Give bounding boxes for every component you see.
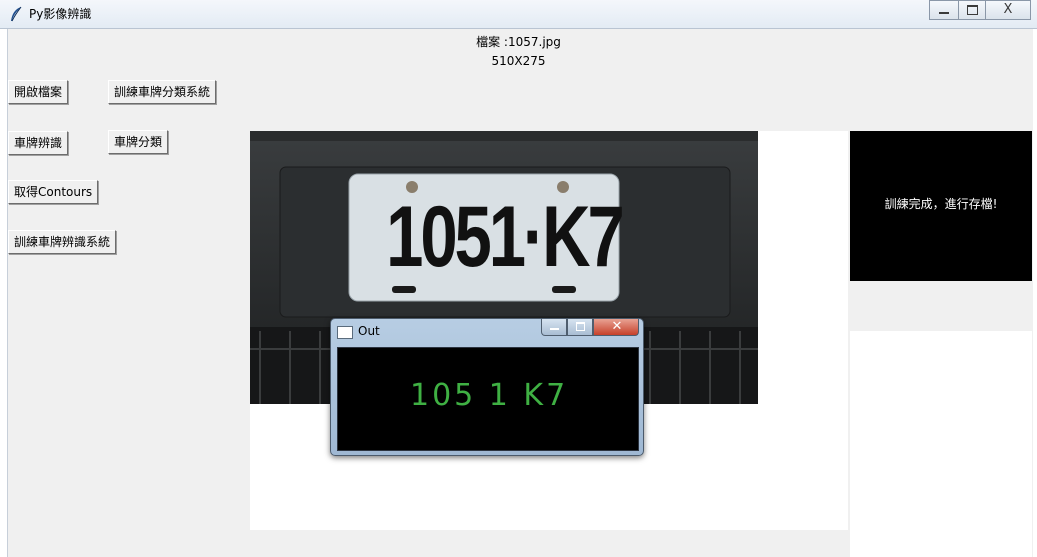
image-size-label: 510X275 [491,54,546,68]
maximize-button[interactable] [958,0,986,20]
get-contours-button[interactable]: 取得Contours [8,180,99,204]
out-window-controls: ✕ [541,319,639,336]
window-controls: X [929,0,1031,20]
maximize-icon [967,5,978,15]
status-message: 訓練完成，進行存檔! [850,131,1032,281]
plate-text: 1051·K7 [386,189,625,285]
recognize-plate-button[interactable]: 車牌辨識 [8,131,69,155]
window-app-icon [337,326,353,339]
feather-icon [11,6,22,22]
window-titlebar: Py影像辨識 X [0,0,1037,29]
file-name-label: 檔案 :1057.jpg [476,35,561,49]
minimize-icon [550,328,559,330]
out-result-canvas: 105 1 K7 [337,347,639,451]
recognized-plate-text: 105 1 K7 [410,378,569,413]
out-close-button[interactable]: ✕ [593,319,639,336]
out-minimize-button[interactable] [541,319,567,336]
out-window[interactable]: Out ✕ 105 1 K7 [330,318,644,456]
minimize-button[interactable] [929,0,959,20]
out-maximize-button[interactable] [567,319,593,336]
close-icon: X [1003,2,1013,17]
maximize-icon [576,322,585,331]
minimize-icon [939,12,949,14]
train-classifier-button[interactable]: 訓練車牌分類系統 [108,80,217,104]
close-button[interactable]: X [985,0,1031,20]
close-icon: ✕ [611,319,623,334]
window-title: Py影像辨識 [29,7,92,21]
out-window-title: Out [358,324,380,338]
secondary-canvas [850,331,1032,557]
train-recognizer-button[interactable]: 訓練車牌辨識系統 [8,230,117,254]
classify-plate-button[interactable]: 車牌分類 [108,130,169,154]
open-file-button[interactable]: 開啟檔案 [8,80,69,104]
